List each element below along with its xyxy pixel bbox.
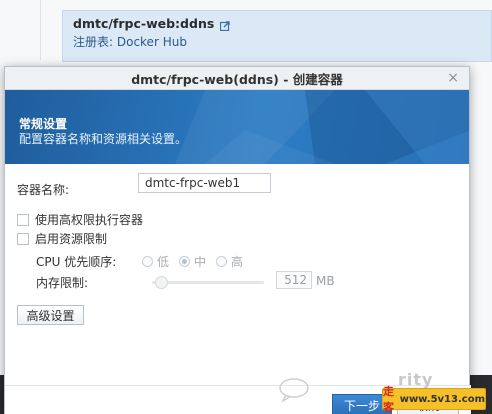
registry-label: 注册表: Docker Hub [73,35,187,49]
cpu-priority-high-label: 高 [231,255,244,269]
divider [40,0,41,60]
cpu-priority-medium-label: 中 [194,255,207,269]
privileged-row[interactable]: 使用高权限执行容器 [17,211,143,228]
memory-unit: MB [316,274,335,288]
section-banner: 常规设置 配置容器名称和资源相关设置。 [5,90,469,164]
cpu-priority-high[interactable]: 高 [216,253,243,270]
watermark-chat-icon [279,378,309,404]
cpu-priority-label: CPU 优先顺序: [36,255,117,269]
cpu-priority-low[interactable]: 低 [142,253,169,270]
resource-limit-row[interactable]: 启用资源限制 [17,230,107,247]
dialog-titlebar[interactable]: dmtc/frpc-web(ddns) - 创建容器 × [5,67,469,90]
banner-pattern [175,90,469,164]
banner-description: 配置容器名称和资源相关设置。 [19,132,188,146]
cpu-priority-row: CPU 优先顺序: [36,253,116,270]
cpu-priority-low-label: 低 [157,255,170,269]
external-link-icon[interactable] [220,19,230,31]
container-name-label: 容器名称: [17,183,70,197]
cpu-priority-radio-group: 低 中 高 [142,253,243,270]
image-title: dmtc/frpc-web:ddns [73,16,215,31]
resource-limit-label: 启用资源限制 [35,232,108,246]
close-icon[interactable]: × [447,70,459,86]
watermark-url: www.5v13.com [399,393,485,405]
image-card[interactable]: dmtc/frpc-web:ddns 注册表: Docker Hub [62,10,492,62]
memory-slider-handle[interactable] [155,276,168,289]
image-title-row: dmtc/frpc-web:ddns [73,16,481,31]
cpu-priority-medium[interactable]: 中 [179,253,206,270]
watermark-logo: rity [398,370,434,389]
dialog-title: dmtc/frpc-web(ddns) - 创建容器 [131,71,343,87]
radio-medium[interactable] [179,256,191,267]
advanced-settings-button[interactable]: 高级设置 [17,305,84,325]
create-container-dialog: dmtc/frpc-web(ddns) - 创建容器 × 常规设置 配置容器名称… [4,66,471,414]
privileged-checkbox[interactable] [17,213,29,226]
memory-limit-label: 内存限制: [36,276,89,290]
privileged-label: 使用高权限执行容器 [35,213,144,227]
watermark-badge: 走客 www.5v13.com [382,385,486,414]
memory-limit-row: 内存限制: [36,274,88,291]
watermark-brand: 走客 [383,385,394,414]
container-name-input[interactable] [138,173,271,193]
radio-low[interactable] [142,256,153,267]
memory-slider-track[interactable] [152,281,264,284]
resource-limit-checkbox[interactable] [17,232,29,245]
radio-high[interactable] [216,256,228,267]
container-name-row: 容器名称: [17,181,69,198]
memory-limit-input[interactable] [276,271,312,289]
dialog-body: 容器名称: 使用高权限执行容器 启用资源限制 CPU 优先顺序: 低 中 [5,164,469,384]
